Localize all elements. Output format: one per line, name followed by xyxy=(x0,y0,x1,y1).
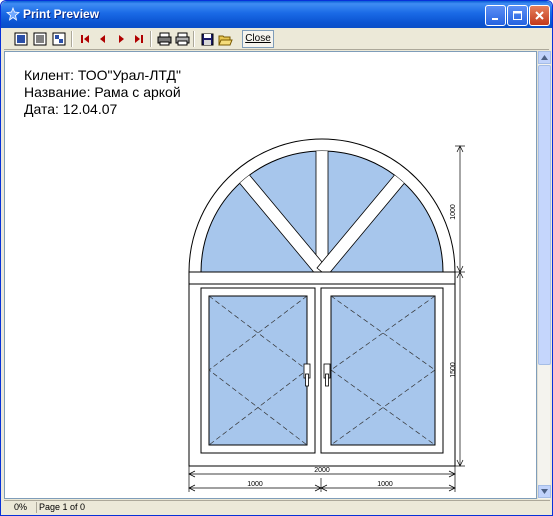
next-page-button[interactable] xyxy=(112,31,130,47)
preview-page: Килент: ТОО"Урал-ЛТД" Название: Рама с а… xyxy=(4,51,537,499)
toolbar-separator xyxy=(150,31,152,47)
scroll-down-button[interactable] xyxy=(538,485,551,498)
window-frame-drawing: 1000 1500 2000 1000 1000 xyxy=(188,138,465,492)
right-sash-glass xyxy=(330,295,436,446)
status-separator xyxy=(36,502,37,513)
zoom-status: 0% xyxy=(14,502,28,512)
left-sash-glass xyxy=(208,295,308,446)
total-width-label: 2000 xyxy=(314,467,330,474)
scroll-up-button[interactable] xyxy=(538,51,551,64)
close-window-button[interactable] xyxy=(529,5,550,26)
open-icon xyxy=(217,35,233,45)
close-preview-button[interactable]: Close xyxy=(242,30,274,48)
two-page-button[interactable] xyxy=(31,31,49,47)
lower-height-label: 1500 xyxy=(450,362,457,378)
preview-toolbar: Close xyxy=(4,28,549,50)
prev-page-icon xyxy=(100,35,105,43)
print-setup-button[interactable] xyxy=(155,31,173,47)
first-page-icon xyxy=(81,35,89,43)
next-page-icon xyxy=(119,35,124,43)
save-icon xyxy=(201,33,213,45)
print-button[interactable] xyxy=(173,31,191,47)
page-setup-icon xyxy=(52,32,66,46)
one-page-button[interactable] xyxy=(12,31,30,47)
maximize-icon xyxy=(513,11,522,20)
two-page-icon xyxy=(33,32,47,46)
prev-page-button[interactable] xyxy=(94,31,112,47)
status-bar: 0% Page 1 of 0 xyxy=(4,500,550,514)
left-width-label: 1000 xyxy=(247,481,263,488)
print-setup-icon xyxy=(157,32,171,46)
title-bar[interactable]: Print Preview xyxy=(1,1,552,28)
vertical-scrollbar[interactable] xyxy=(537,51,551,499)
window-title: Print Preview xyxy=(23,7,100,21)
scroll-thumb[interactable] xyxy=(538,65,551,365)
last-page-icon xyxy=(135,35,143,43)
page-setup-button[interactable] xyxy=(50,31,68,47)
minimize-icon xyxy=(492,18,498,20)
print-icon xyxy=(175,32,189,46)
page-status: Page 1 of 0 xyxy=(39,502,86,512)
chevron-down-icon xyxy=(541,489,548,494)
app-icon xyxy=(6,7,20,21)
maximize-button[interactable] xyxy=(507,5,528,26)
save-button[interactable] xyxy=(198,31,216,47)
arch-mullion-center xyxy=(315,151,329,272)
vertical-dimensions xyxy=(455,145,465,467)
chevron-up-icon xyxy=(541,55,548,60)
open-button[interactable] xyxy=(216,31,234,47)
close-icon xyxy=(535,11,544,20)
transom-bar xyxy=(188,271,456,285)
toolbar-separator xyxy=(71,31,73,47)
print-preview-window: Print Preview Close Килент: ТОО"Урал-ЛТД… xyxy=(0,0,553,516)
arch-height-label: 1000 xyxy=(450,204,457,220)
first-page-button[interactable] xyxy=(76,31,94,47)
last-page-button[interactable] xyxy=(130,31,148,47)
one-page-icon xyxy=(14,32,28,46)
right-width-label: 1000 xyxy=(377,481,393,488)
toolbar-separator xyxy=(193,31,195,47)
minimize-button[interactable] xyxy=(485,5,506,26)
